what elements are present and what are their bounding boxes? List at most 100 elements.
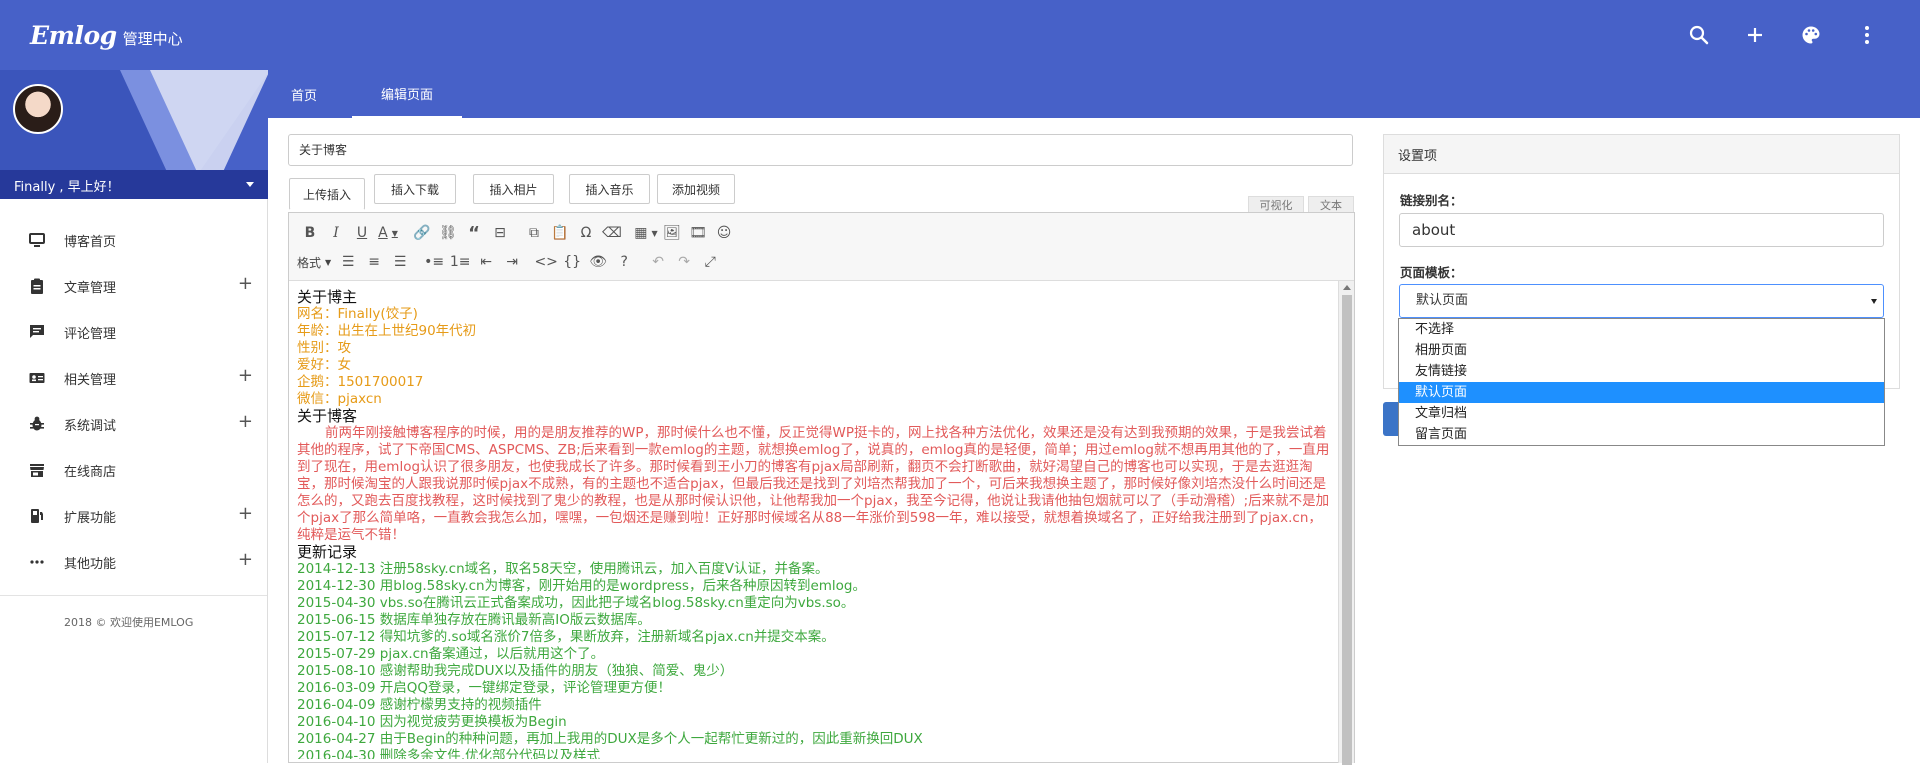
scroll-up-icon[interactable] — [1343, 285, 1351, 290]
image-icon[interactable]: 🖼 — [659, 222, 685, 244]
special-char-icon[interactable]: Ω — [573, 222, 599, 244]
tab-edit-page[interactable]: 编辑页面 — [352, 70, 462, 118]
expand-plus-icon[interactable]: + — [238, 505, 253, 523]
heading-about-blog: 关于博客 — [297, 407, 358, 425]
sidebar-item-label: 系统调试 — [64, 418, 117, 434]
template-option-selected[interactable]: 默认页面 — [1399, 382, 1884, 403]
editor-scrollbar[interactable] — [1338, 281, 1354, 765]
template-option[interactable]: 不选择 — [1399, 319, 1884, 340]
outdent-icon[interactable]: ⇤ — [473, 251, 499, 273]
copy-icon[interactable]: ⧉ — [521, 222, 547, 244]
tab-visual-mode[interactable]: 可视化 — [1248, 196, 1304, 212]
align-left-icon[interactable]: ☰ — [335, 251, 361, 273]
clipboard-icon — [28, 277, 46, 295]
scrollbar-thumb[interactable] — [1342, 295, 1352, 765]
media-icon[interactable]: 🎞 — [685, 222, 711, 244]
sidebar-item-label: 扩展功能 — [64, 510, 117, 526]
add-icon[interactable] — [1727, 7, 1783, 63]
top-bar: Emlog 管理中心 — [0, 0, 1920, 70]
expand-plus-icon[interactable]: + — [238, 367, 253, 385]
bullet-list-icon[interactable]: •≡ — [421, 251, 447, 273]
clear-format-icon[interactable]: ⌫ — [599, 222, 625, 244]
sidebar-item-debug[interactable]: 系统调试 + — [0, 401, 267, 447]
update-line: 2016-03-09 开启QQ登录，一键绑定登录，评论管理更方便！ — [297, 680, 671, 696]
more-vertical-icon[interactable] — [1839, 7, 1895, 63]
sidebar-item-comments[interactable]: 评论管理 — [0, 309, 267, 355]
expand-plus-icon[interactable]: + — [238, 413, 253, 431]
template-select[interactable]: 默认页面 — [1399, 284, 1884, 318]
search-icon[interactable] — [1671, 7, 1727, 63]
horizontal-rule-icon[interactable]: ⊟ — [487, 222, 513, 244]
sidebar-nav: 博客首页 文章管理 + 评论管理 相关管理 + 系统调试 + 在线商店 扩展功能 — [0, 217, 267, 585]
sidebar-item-label: 博客首页 — [64, 234, 117, 250]
sidebar-footer: 2018 © 欢迎使用EMLOG — [64, 616, 194, 629]
store-icon — [28, 461, 46, 479]
avatar[interactable] — [13, 84, 63, 134]
brand[interactable]: Emlog 管理中心 — [30, 21, 183, 50]
editor-content[interactable]: 关于博主 网名：Finally(饺子) 年龄：出生在上世纪90年代初 性别：攻 … — [297, 289, 1333, 759]
template-option[interactable]: 友情链接 — [1399, 361, 1884, 382]
insert-download-button[interactable]: 插入下载 — [374, 174, 456, 204]
format-dropdown[interactable]: 格式 ▼ — [297, 251, 335, 273]
select-arrow-icon — [1871, 299, 1877, 304]
template-options-list: 不选择 相册页面 友情链接 默认页面 文章归档 留言页面 — [1398, 318, 1885, 446]
tab-text-mode[interactable]: 文本 — [1308, 196, 1354, 212]
link-icon[interactable]: 🔗 — [409, 222, 435, 244]
alias-input[interactable]: about — [1399, 213, 1884, 247]
insert-photo-button[interactable]: 插入相片 — [473, 174, 554, 204]
template-option[interactable]: 相册页面 — [1399, 340, 1884, 361]
sidebar-item-other[interactable]: 其他功能 + — [0, 539, 267, 585]
sidebar-divider — [0, 595, 267, 596]
update-line: 2016-04-27 由于Begin的种种问题，再加上我用的DUX是多个人一起帮… — [297, 731, 923, 747]
expand-plus-icon[interactable]: + — [238, 551, 253, 569]
italic-icon[interactable]: I — [323, 222, 349, 244]
owner-line: 企鹅：1501700017 — [297, 374, 424, 390]
preview-icon[interactable]: 👁 — [585, 251, 611, 273]
undo-icon[interactable]: ↶ — [645, 251, 671, 273]
unlink-icon[interactable]: ⛓ — [435, 222, 461, 244]
code-block-icon[interactable]: {} — [559, 251, 585, 273]
underline-icon[interactable]: U — [349, 222, 375, 244]
caret-down-icon — [246, 182, 254, 187]
update-line: 2015-04-30 vbs.so在腾讯云正式备案成功，因此把子域名blog.5… — [297, 595, 855, 611]
update-line: 2014-12-30 用blog.58sky.cn为博客，刚开始用的是wordp… — [297, 578, 866, 594]
upload-insert-button[interactable]: 上传插入 — [289, 178, 365, 210]
numbered-list-icon[interactable]: 1≡ — [447, 251, 473, 273]
paste-icon[interactable]: 📋 — [547, 222, 573, 244]
sidebar-item-articles[interactable]: 文章管理 + — [0, 263, 267, 309]
fullscreen-icon[interactable]: ⤢ — [697, 251, 723, 273]
text-color-icon[interactable]: A ▼ — [375, 222, 401, 244]
save-button-peek[interactable] — [1383, 402, 1399, 436]
brand-subtitle: 管理中心 — [122, 29, 183, 48]
template-option[interactable]: 留言页面 — [1399, 424, 1884, 445]
template-option[interactable]: 文章归档 — [1399, 403, 1884, 424]
update-line: 2015-06-15 数据库单独存放在腾讯最新高IO版云数据库。 — [297, 612, 651, 628]
sidebar-item-label: 在线商店 — [64, 464, 117, 480]
blockquote-icon[interactable]: “ — [461, 222, 487, 244]
greeting-text: Finally , 早上好！ — [14, 179, 120, 195]
insert-music-button[interactable]: 插入音乐 — [569, 174, 650, 204]
align-right-icon[interactable]: ☰ — [387, 251, 413, 273]
redo-icon[interactable]: ↷ — [671, 251, 697, 273]
sidebar-item-related[interactable]: 相关管理 + — [0, 355, 267, 401]
page-title-input[interactable]: 关于博客 — [288, 134, 1353, 166]
bold-icon[interactable]: B — [297, 222, 323, 244]
template-select-value: 默认页面 — [1416, 293, 1469, 308]
tab-home[interactable]: 首页 — [276, 70, 332, 118]
sidebar-item-extensions[interactable]: 扩展功能 + — [0, 493, 267, 539]
table-icon[interactable]: ▦ ▼ — [633, 222, 659, 244]
plug-icon — [28, 507, 46, 525]
owner-line: 性别：攻 — [297, 340, 351, 356]
update-line: 2016-04-30 删除多余文件,优化部分代码以及样式 — [297, 748, 601, 759]
emoticon-icon[interactable]: ☺ — [711, 222, 737, 244]
sidebar-item-blog-home[interactable]: 博客首页 — [0, 217, 267, 263]
indent-icon[interactable]: ⇥ — [499, 251, 525, 273]
help-icon[interactable]: ? — [611, 251, 637, 273]
expand-plus-icon[interactable]: + — [238, 275, 253, 293]
sidebar-item-store[interactable]: 在线商店 — [0, 447, 267, 493]
add-video-button[interactable]: 添加视频 — [657, 174, 735, 204]
align-center-icon[interactable]: ≡ — [361, 251, 387, 273]
source-code-icon[interactable]: <> — [533, 251, 559, 273]
user-greeting-dropdown[interactable]: Finally , 早上好！ — [0, 170, 268, 199]
palette-icon[interactable] — [1783, 7, 1839, 63]
